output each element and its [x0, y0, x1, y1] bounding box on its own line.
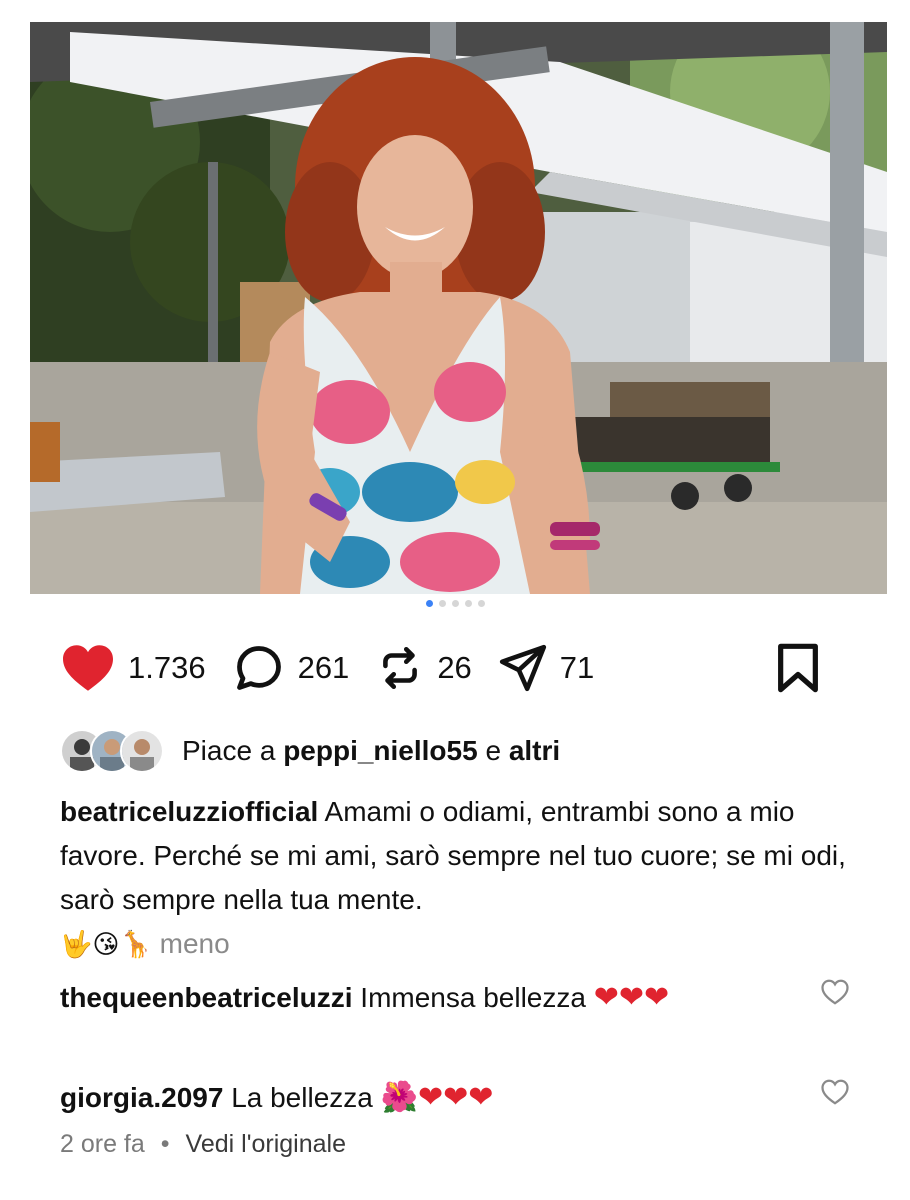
liked-by-row[interactable]: Piace a peppi_niello55 e altri [60, 726, 870, 776]
less-link[interactable]: meno [160, 928, 230, 959]
comment-emojis: 🌺❤❤❤ [380, 1080, 494, 1115]
caption-username[interactable]: beatriceluzziofficial [60, 796, 318, 827]
photo-illustration [30, 22, 887, 594]
share-count: 71 [559, 650, 595, 685]
post-meta: 2 ore fa • Vedi l'originale [60, 1130, 346, 1159]
carousel-indicator[interactable] [0, 600, 910, 607]
share-button[interactable]: 71 [498, 643, 594, 693]
bookmark-icon [778, 643, 818, 693]
action-bar: 1.736 261 26 71 [60, 636, 846, 700]
comment-item: giorgia.2097 La bellezza 🌺❤❤❤ [60, 1076, 820, 1120]
comment-text: Immensa bellezza [360, 982, 586, 1013]
meta-separator: • [160, 1130, 170, 1158]
comment-username[interactable]: thequeenbeatriceluzzi [60, 982, 353, 1013]
time-ago: 2 ore fa [60, 1130, 145, 1158]
caption-emojis: 🤟😘🦒 [60, 930, 152, 960]
liked-by-user[interactable]: peppi_niello55 [283, 735, 478, 767]
liked-by-conj: e [485, 735, 502, 766]
carousel-dot[interactable] [451, 600, 459, 607]
post-caption: beatriceluzziofficial Amami o odiami, en… [60, 790, 870, 967]
see-original-link[interactable]: Vedi l'originale [186, 1130, 346, 1159]
repost-button[interactable]: 26 [375, 642, 472, 694]
comment-button[interactable]: 261 [232, 642, 350, 694]
save-button[interactable] [776, 642, 820, 694]
carousel-dot[interactable] [438, 600, 446, 607]
comment-bubble-icon [236, 646, 281, 690]
liked-by-others[interactable]: altri [509, 735, 560, 767]
carousel-dot[interactable] [464, 600, 472, 607]
liked-by-prefix: Piace a [182, 735, 276, 766]
comment-count: 261 [297, 650, 350, 685]
comment-item: thequeenbeatriceluzzi Immensa bellezza ❤… [60, 976, 820, 1020]
repost-count: 26 [437, 650, 472, 685]
repost-icon [383, 646, 418, 690]
comment-username[interactable]: giorgia.2097 [60, 1082, 223, 1113]
heart-outline-icon [821, 979, 849, 1005]
like-count: 1.736 [128, 650, 206, 685]
comment-text: La bellezza [231, 1082, 373, 1113]
carousel-dot-active[interactable] [425, 600, 433, 607]
post-photo[interactable] [30, 22, 887, 594]
liked-by-avatars[interactable] [60, 729, 164, 773]
send-icon [499, 644, 546, 692]
heart-filled-icon [63, 645, 113, 691]
comment-emojis: ❤❤❤ [593, 980, 670, 1015]
heart-outline-icon [821, 1079, 849, 1105]
like-button[interactable]: 1.736 [60, 643, 206, 693]
carousel-dot[interactable] [477, 600, 485, 607]
comment-like-button[interactable] [820, 1078, 850, 1111]
comment-like-button[interactable] [820, 978, 850, 1011]
avatar[interactable] [120, 729, 164, 773]
